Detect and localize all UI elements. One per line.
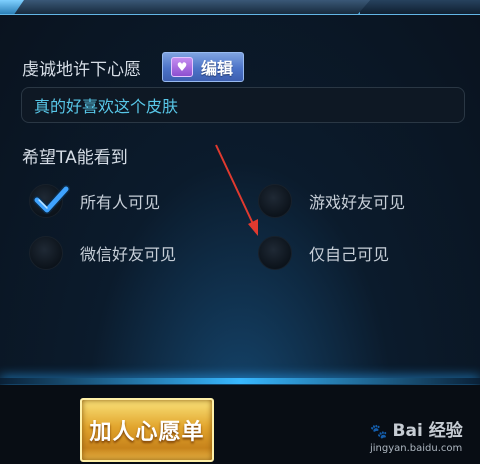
join-wishlist-button[interactable]: 加人心愿单 [80, 398, 214, 462]
check-icon [33, 185, 70, 214]
option-everyone[interactable]: 所有人可见 [29, 184, 160, 218]
radio-wechat-friends[interactable] [29, 236, 63, 270]
radio-everyone[interactable] [29, 184, 70, 218]
option-label-game-friends: 游戏好友可见 [309, 193, 406, 212]
frame-corner-left [0, 0, 24, 14]
edit-button[interactable]: ♥ 编辑 [162, 52, 244, 82]
radio-game-friends[interactable] [258, 184, 292, 218]
top-frame [0, 0, 480, 15]
paw-icon: 🐾 [370, 424, 388, 440]
visibility-label: 希望TA能看到 [22, 148, 128, 168]
edit-button-label: 编辑 [201, 59, 234, 78]
option-wechat-friends[interactable]: 微信好友可见 [29, 236, 176, 270]
option-only-me[interactable]: 仅自己可见 [258, 236, 389, 270]
wish-label: 虔诚地许下心愿 [22, 60, 141, 80]
panel-glow-divider [0, 378, 480, 384]
radio-only-me[interactable] [258, 236, 292, 270]
baidu-watermark: 🐾 Bai 经验 jingyan.baidu.com [370, 416, 474, 456]
watermark-brand: Bai 经验 [392, 421, 463, 441]
wish-input[interactable]: 真的好喜欢这个皮肤 [21, 87, 465, 123]
heart-icon: ♥ [171, 57, 193, 77]
option-game-friends[interactable]: 游戏好友可见 [258, 184, 405, 218]
option-label-everyone: 所有人可见 [80, 193, 161, 212]
option-label-wechat-friends: 微信好友可见 [80, 245, 177, 264]
watermark-url: jingyan.baidu.com [370, 443, 463, 454]
option-label-only-me: 仅自己可见 [309, 245, 390, 264]
frame-corner-right [358, 0, 480, 14]
